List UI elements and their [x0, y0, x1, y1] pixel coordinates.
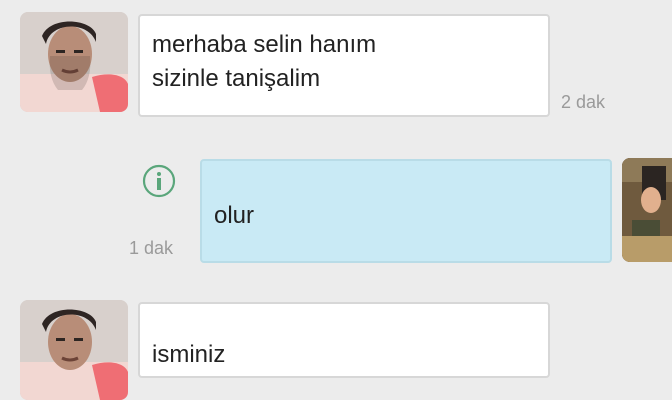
info-icon[interactable] — [142, 164, 176, 198]
incoming-message-bubble[interactable]: merhaba selin hanım sizinle tanişalim — [138, 14, 550, 117]
message-timestamp: 2 dak — [561, 92, 606, 112]
receiver-avatar[interactable] — [622, 158, 672, 262]
incoming-message-bubble[interactable]: isminiz — [138, 302, 550, 378]
sender-avatar[interactable] — [20, 300, 128, 400]
message-timestamp: 1 dak — [129, 238, 174, 258]
profile-photo-icon — [20, 12, 128, 112]
profile-photo-icon — [20, 300, 128, 400]
profile-photo-icon — [622, 158, 672, 262]
chat-thread: merhaba selin hanım sizinle tanişalim 2 … — [0, 0, 672, 400]
sender-avatar[interactable] — [20, 12, 128, 112]
outgoing-message-bubble[interactable]: olur — [200, 159, 612, 263]
